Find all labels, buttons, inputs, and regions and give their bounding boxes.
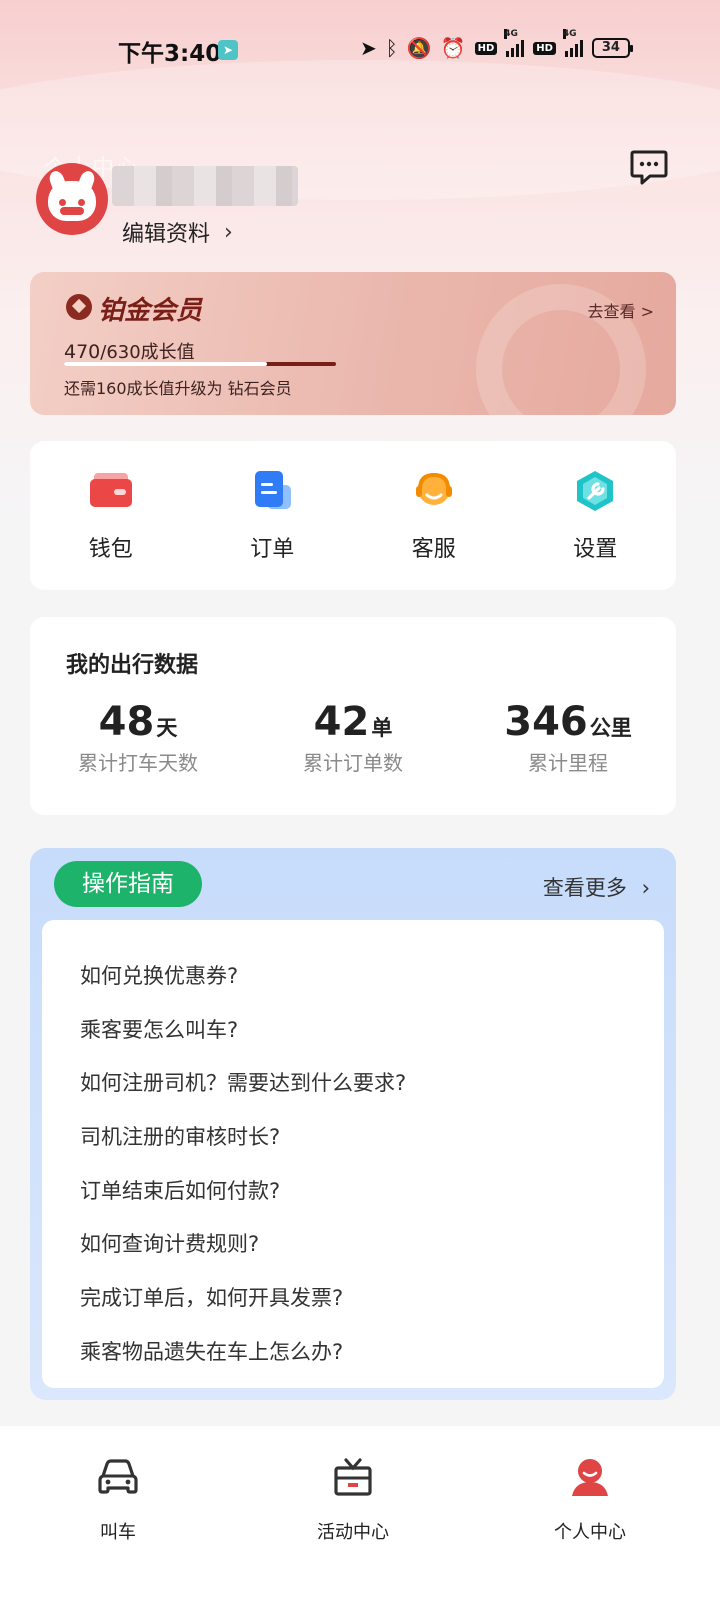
battery-icon: 34 (591, 38, 633, 58)
quick-action-orders[interactable]: 订单 (212, 469, 332, 563)
guide-item[interactable]: 如何注册司机？需要达到什么要求? (42, 1057, 664, 1111)
membership-card[interactable]: 铂金会员 去查看 > 470/630成长值 还需160成长值升级为 钻石会员 (30, 272, 676, 415)
mute-bell-icon: 🔕 (406, 36, 432, 60)
status-bar: 下午3:40 ➤ ➤ ᛒ 🔕 ⏰ HD 4G HD 4G 34 (0, 28, 720, 72)
stat-order-count: 42单 累计订单数 (253, 699, 453, 776)
quick-action-label: 设置 (573, 537, 618, 562)
quick-action-label: 订单 (250, 537, 295, 562)
guide-item[interactable]: 如何查询计费规则? (42, 1218, 664, 1272)
nav-item-activity-center[interactable]: 活动中心 (283, 1454, 423, 1544)
nav-item-call-car[interactable]: 叫车 (48, 1454, 188, 1544)
signal-2-icon: 4G (562, 29, 583, 57)
quick-action-wallet[interactable]: 钱包 (51, 469, 171, 563)
stat-unit: 公里 (589, 716, 632, 740)
username-blurred (112, 166, 298, 206)
gift-icon (334, 1458, 372, 1496)
membership-badge-icon (66, 294, 92, 320)
guide-tag: 操作指南 (54, 861, 202, 907)
guide-item[interactable]: 如何兑换优惠券? (42, 950, 664, 1004)
status-icons: ➤ ᛒ 🔕 ⏰ HD 4G HD 4G 34 (360, 29, 633, 60)
nav-label: 活动中心 (317, 1522, 389, 1543)
stat-value: 48 (98, 699, 155, 745)
travel-data-card: 我的出行数据 48天 累计打车天数 42单 累计订单数 346公里 累计里程 (30, 617, 676, 815)
membership-progress-bar (64, 362, 336, 366)
customer-service-icon (415, 472, 452, 505)
navigation-arrow-icon: ➤ (360, 36, 377, 60)
nav-item-profile[interactable]: 个人中心 (520, 1454, 660, 1544)
profile-icon (572, 1459, 608, 1496)
nav-label: 叫车 (100, 1522, 136, 1543)
guide-item[interactable]: 订单结束后如何付款? (42, 1165, 664, 1219)
membership-upgrade-hint: 还需160成长值升级为 钻石会员 (64, 379, 292, 398)
guide-card: 操作指南 查看更多 › 如何兑换优惠券? 乘客要怎么叫车? 如何注册司机？需要达… (30, 848, 676, 1400)
stat-value: 346 (504, 699, 588, 745)
membership-points: 470/630成长值 (64, 338, 195, 364)
membership-view-link[interactable]: 去查看 > (588, 298, 655, 322)
stat-mileage: 346公里 累计里程 (468, 699, 668, 776)
travel-data-title: 我的出行数据 (66, 653, 199, 678)
order-icon (255, 471, 292, 509)
quick-action-settings[interactable]: 设置 (535, 469, 655, 563)
location-badge-icon: ➤ (218, 40, 238, 60)
bottom-navigation: 叫车 活动中心 个人中心 (0, 1426, 720, 1600)
guide-item[interactable]: 司机注册的审核时长? (42, 1111, 664, 1165)
points-current: 470 (64, 341, 101, 363)
stat-unit: 单 (371, 716, 393, 740)
stat-ride-days: 48天 累计打车天数 (38, 699, 238, 776)
avatar-mouth (60, 207, 84, 215)
membership-level: 铂金会员 (98, 296, 203, 326)
avatar-eye-right (78, 199, 85, 206)
stat-value: 42 (313, 699, 370, 745)
quick-action-customer-service[interactable]: 客服 (374, 469, 494, 563)
stat-unit: 天 (156, 716, 178, 740)
edit-profile-label: 编辑资料 (122, 222, 211, 247)
guide-more-label: 查看更多 (542, 876, 627, 900)
car-icon (98, 1459, 138, 1494)
hd-icon-2: HD (533, 41, 556, 55)
quick-action-label: 客服 (411, 537, 456, 562)
quick-action-label: 钱包 (88, 537, 133, 562)
signal-1-icon: 4G (504, 29, 525, 57)
hd-icon: HD (474, 41, 498, 55)
quick-actions-card: 钱包 订单 客服 设置 (30, 441, 676, 590)
nav-label: 个人中心 (554, 1522, 626, 1543)
edit-profile-link[interactable]: 编辑资料 › (122, 216, 233, 248)
avatar[interactable] (36, 163, 108, 235)
guide-more-link[interactable]: 查看更多 › (543, 872, 650, 902)
guide-item[interactable]: 乘客要怎么叫车? (42, 1004, 664, 1058)
bluetooth-icon: ᛒ (385, 36, 398, 60)
points-total: /630成长值 (100, 342, 195, 363)
message-icon[interactable] (630, 148, 668, 186)
alarm-icon: ⏰ (440, 36, 466, 60)
stat-label: 累计订单数 (303, 751, 403, 775)
chevron-right-icon: › (641, 876, 650, 900)
network-label-2: 4G (562, 29, 577, 39)
chevron-right-icon: › (224, 219, 233, 245)
stat-label: 累计打车天数 (78, 751, 198, 775)
network-label-1: 4G (504, 29, 518, 39)
membership-progress-fill (64, 362, 267, 366)
avatar-face (48, 181, 96, 221)
guide-item[interactable]: 乘客物品遗失在车上怎么办? (42, 1326, 664, 1380)
status-time: 下午3:40 (118, 41, 222, 67)
guide-item[interactable]: 完成订单后，如何开具发票? (42, 1272, 664, 1326)
settings-icon (577, 471, 614, 511)
avatar-eye-left (59, 199, 66, 206)
wallet-icon (89, 473, 132, 507)
guide-list: 如何兑换优惠券? 乘客要怎么叫车? 如何注册司机？需要达到什么要求? 司机注册的… (42, 920, 664, 1388)
stat-label: 累计里程 (528, 751, 608, 775)
